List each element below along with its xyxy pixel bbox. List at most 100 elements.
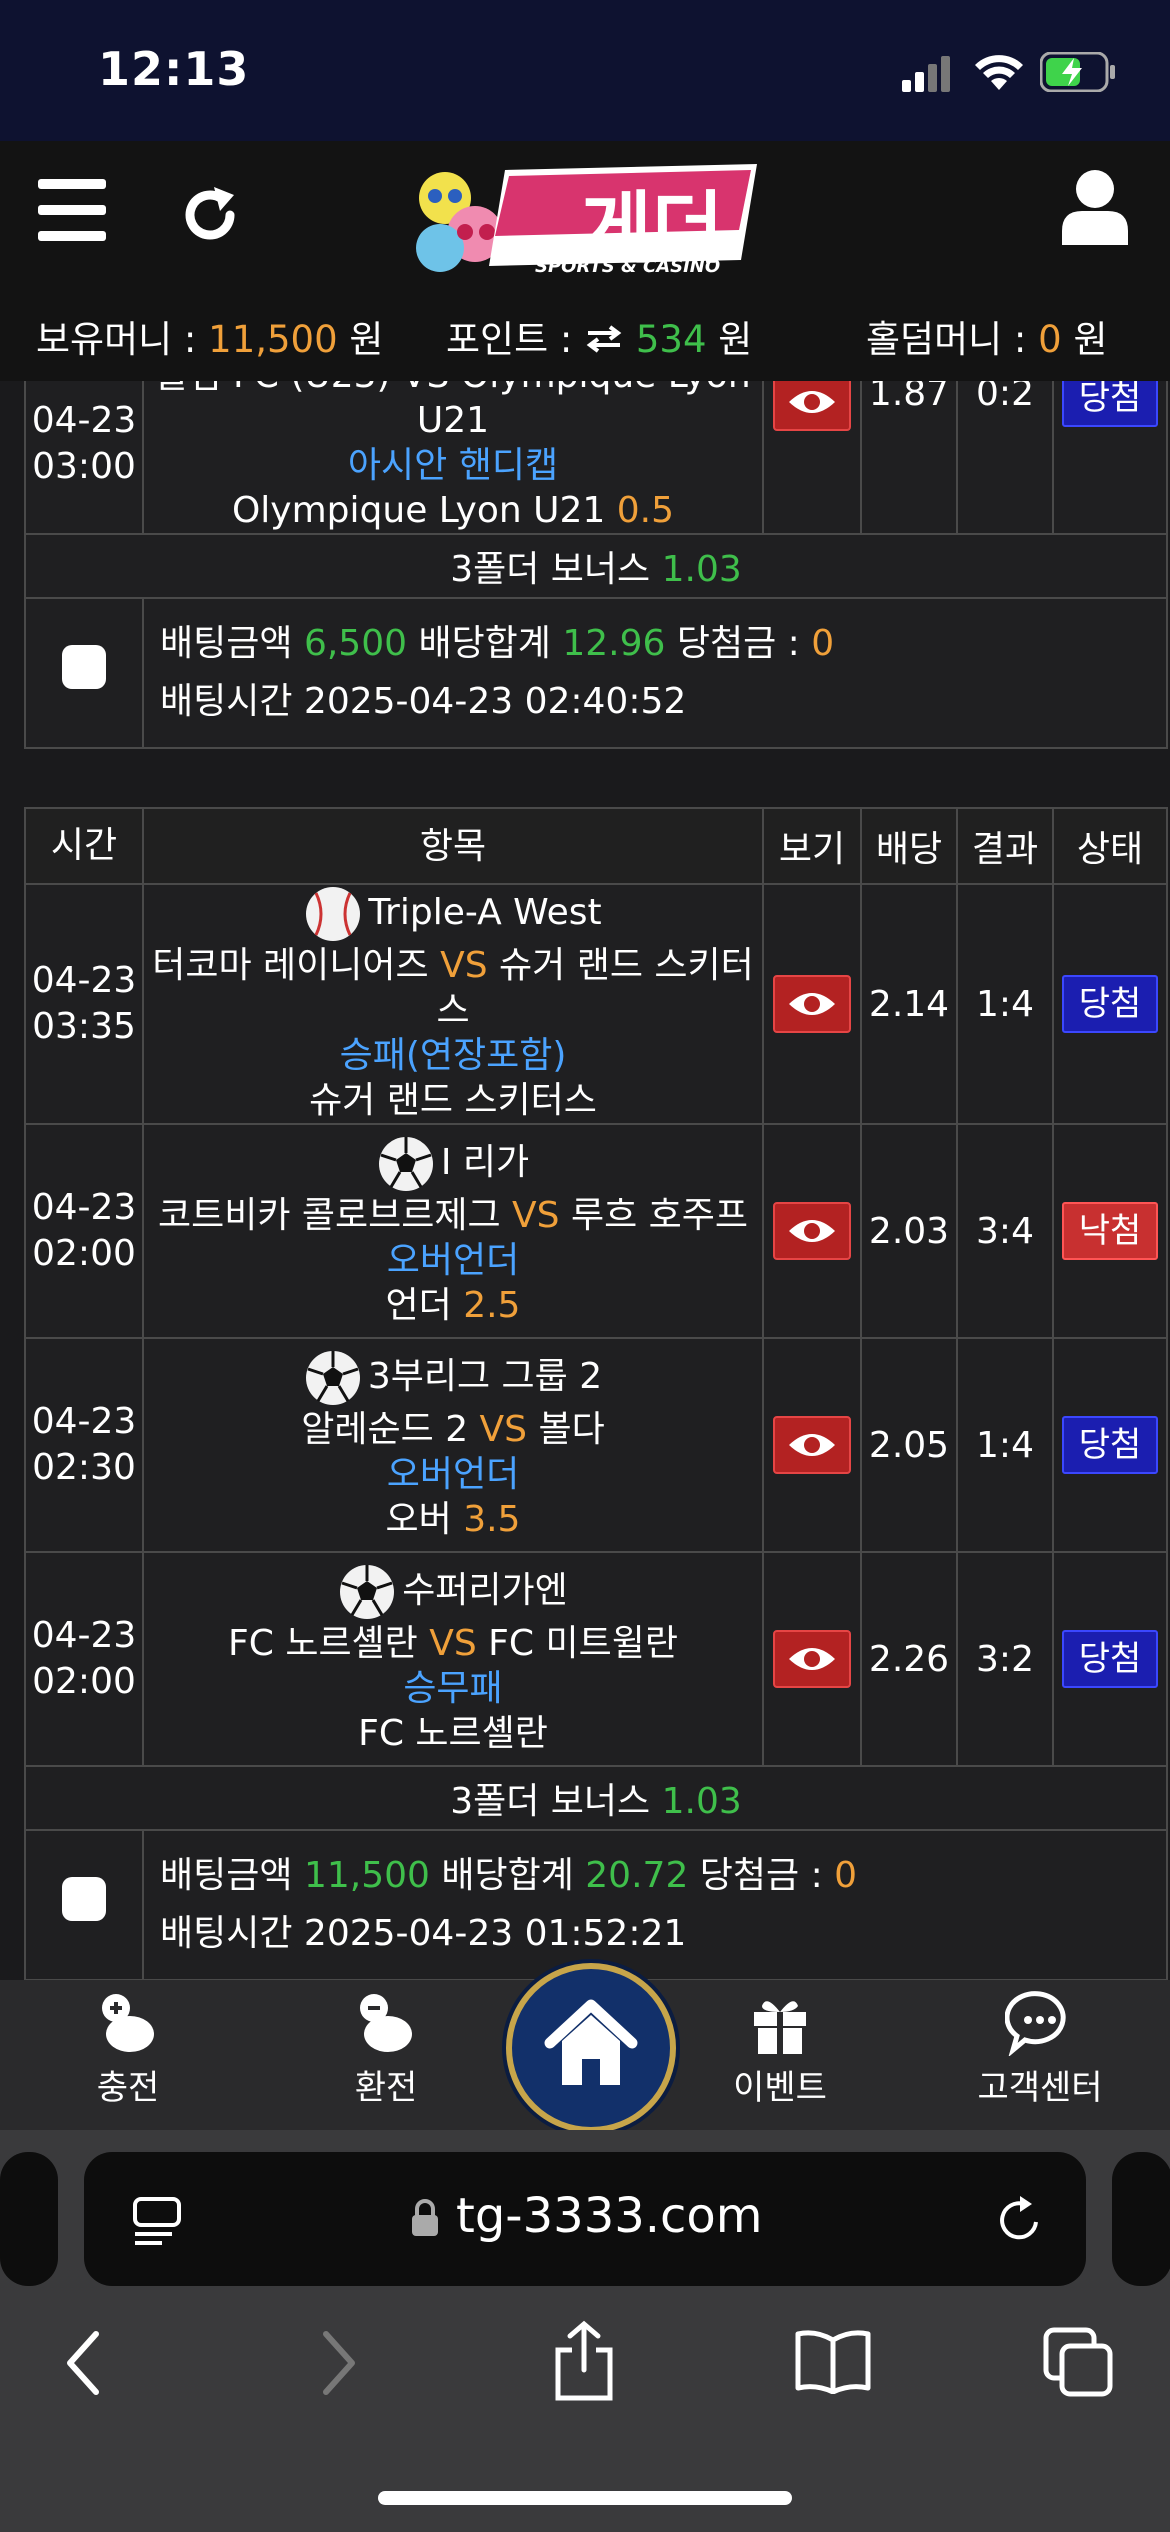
point-label: 포인트 : [446,318,585,361]
forward-icon[interactable] [318,2330,358,2396]
bet-market: 오버언더 [386,1239,520,1281]
view-eye-button[interactable] [773,1202,851,1260]
tab-exchange[interactable]: 환전 [296,1990,476,2109]
refresh-icon[interactable] [178,183,242,247]
reload-icon[interactable] [994,2194,1044,2246]
eye-icon [789,391,835,413]
reader-mode-icon[interactable] [132,2196,182,2246]
pick-value: 0.5 [616,490,675,531]
select-cell [24,597,144,749]
home-team: FC 노르셸란 [228,1622,430,1664]
exchange-arrows-icon[interactable] [584,324,624,354]
odds-sum-value: 20.72 [585,1855,689,1896]
view-eye-button[interactable] [773,381,851,431]
back-icon[interactable] [64,2330,104,2396]
eye-icon [789,1434,835,1456]
table-row: 04-23 02:00 수퍼리가엔 FC 노르셸란 VS FC 미트윌란 승무패 FC 노… [24,1551,1168,1767]
piggy-plus-icon [102,1994,154,2052]
pick-label: 슈거 랜드 스키터스 [309,1080,597,1121]
signal-icon [902,56,950,92]
status-badge: 당첨 [1062,381,1158,427]
pick-value: 3.5 [463,1498,521,1540]
league-name: Triple-A West [144,885,762,943]
share-icon[interactable] [552,2320,616,2402]
bet-item: I 리가 코트비카 콜로브르제그 VS 루흐 호주프 오버언더 언더 2.5 [142,1123,764,1339]
bet-select-checkbox[interactable] [62,1877,106,1921]
bet-select-checkbox[interactable] [62,645,106,689]
status-cell: 당첨 [1052,381,1168,535]
table-row: 04-23 03:35 Triple-A West 터코마 레이니어즈 VS 슈거 랜… [24,883,1168,1125]
vs-label: VS [512,1194,560,1236]
gift-icon [754,2001,806,2054]
soccer-ball-icon [305,1350,360,1405]
previous-tab-pill[interactable] [0,2152,58,2286]
bookmarks-icon[interactable] [794,2328,872,2394]
address-bar[interactable]: tg-3333.com [84,2152,1086,2286]
vs-label: VS [440,945,488,986]
holdem-value: 0 [1038,318,1062,361]
league-label: 3부리그 그룹 2 [367,1355,603,1397]
winnings-value: 0 [811,623,835,664]
bet-timestamp: 배팅시간 2025-04-23 01:52:21 [160,1913,687,1954]
tab-charge[interactable]: 충전 [38,1990,218,2109]
bonus-label: 3폴더 보너스 [450,549,662,590]
eye-icon [789,1648,835,1670]
bet-amount-label: 배팅금액 [160,623,304,664]
bet-hour: 03:00 [32,446,136,487]
money-balance: 보유머니 : 11,500 원 [36,309,383,363]
home-icon [544,1999,638,2085]
tabs-icon[interactable] [1042,2326,1114,2398]
tab-support[interactable]: 고객센터 [950,1990,1130,2109]
bet-timestamp: 배팅시간 2025-04-23 02:40:52 [160,681,687,722]
home-team: 코트비카 콜로브르제그 [157,1194,513,1236]
away-team: FC 미트윌란 [476,1622,678,1664]
view-eye-button[interactable] [773,1630,851,1688]
bet-pick: Olympique Lyon U21 0.5 [144,488,762,533]
pick-label: 오버 [385,1498,464,1540]
bet-pick: 슈거 랜드 스키터스 [144,1078,762,1123]
bet-item: 3부리그 그룹 2 알레순드 2 VS 볼다 오버언더 오버 3.5 [142,1337,764,1553]
bet-result: 0:2 [956,381,1054,535]
status-cell: 당첨 [1052,1551,1168,1767]
match-teams: FC 노르셸란 VS FC 미트윌란 [144,1621,762,1666]
wifi-icon [975,55,1023,90]
bet-odds: 2.05 [860,1337,958,1553]
next-tab-pill[interactable] [1112,2152,1170,2286]
bet-summary-row: 배팅금액 6,500 배당합계 12.96 당첨금 : 0 배팅시간 2025-… [24,597,1168,749]
tab-event[interactable]: 이벤트 [690,1990,870,2109]
view-cell [762,1551,862,1767]
bet-time: 04-23 03:00 [24,381,144,535]
table-row: 04-23 02:00 I 리가 코트비카 콜로브르제그 VS 루흐 호주프 오버언더 언… [24,1123,1168,1339]
bet-amount-label: 배팅금액 [160,1855,304,1896]
match-teams: 코트비카 콜로브르제그 VS 루흐 호주프 [144,1193,762,1238]
odds-sum-label: 배당합계 [429,1855,586,1896]
bet-market: 승무패 [403,1667,503,1709]
league-name: 수퍼리가엔 [144,1563,762,1621]
status-badge: 낙첨 [1062,1202,1158,1260]
view-eye-button[interactable] [773,975,851,1033]
tab-event-label: 이벤트 [733,2068,827,2108]
status-cell: 당첨 [1052,1337,1168,1553]
status-cell: 당첨 [1052,883,1168,1125]
user-icon[interactable] [1060,169,1130,245]
view-eye-button[interactable] [773,1416,851,1474]
view-cell [762,1337,862,1553]
winnings-label: 당첨금 : [688,1855,835,1896]
league-name: I 리가 [144,1135,762,1193]
header-time: 시간 [24,807,144,885]
bonus-value: 1.03 [661,1781,742,1822]
header-view: 보기 [762,807,862,885]
bet-market: 아시안 핸디캡 [347,445,559,486]
bet-amount-value: 11,500 [303,1855,430,1896]
site-logo[interactable]: 게더 SPORTS & CASINO [405,156,765,286]
pick-value: 2.5 [463,1284,521,1326]
home-button[interactable] [506,1963,676,2133]
winnings-label: 당첨금 : [665,623,812,664]
table-header-row: 시간 항목 보기 배당 결과 상태 [24,807,1168,885]
bet-time: 04-23 03:35 [24,883,144,1125]
status-cell: 낙첨 [1052,1123,1168,1339]
bet-date: 04-23 [31,400,137,441]
bet-history-list[interactable]: 04-23 03:00 올림 FC (U23) VS Olympique Lyo… [24,381,1170,1981]
away-team: 루흐 호주프 [559,1194,749,1236]
hamburger-menu-icon[interactable] [38,179,110,241]
